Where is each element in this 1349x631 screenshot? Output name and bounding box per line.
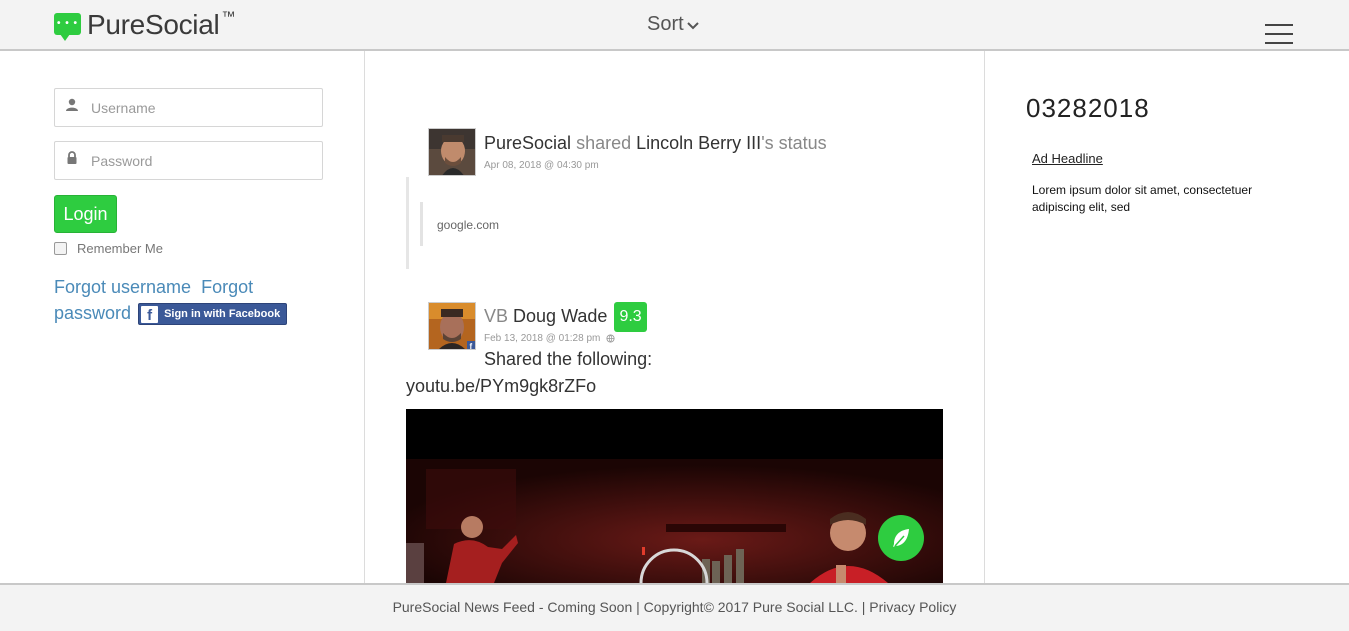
privacy-policy-link[interactable]: Privacy Policy — [869, 599, 956, 615]
forgot-password-text-1: Forgot — [201, 277, 254, 297]
quote-bar-outer — [406, 177, 409, 269]
username-field[interactable] — [54, 88, 323, 127]
sort-label: Sort — [647, 13, 684, 35]
remember-me[interactable]: Remember Me — [54, 241, 163, 256]
video-frame-image — [406, 409, 943, 583]
left-column-divider — [364, 51, 365, 583]
brand-logo[interactable]: • • • PureSocial ™ — [54, 9, 235, 41]
post-date: Feb 13, 2018 @ 01:28 pm — [484, 333, 615, 344]
username-input[interactable] — [91, 89, 316, 126]
post-author[interactable]: Doug Wade — [513, 306, 607, 326]
post-date: Apr 08, 2018 @ 04:30 pm — [484, 160, 599, 171]
globe-icon — [606, 334, 615, 343]
feather-action-button[interactable] — [878, 515, 924, 561]
facebook-icon: f — [141, 305, 159, 323]
remember-me-checkbox[interactable] — [54, 242, 67, 255]
video-embed[interactable] — [406, 409, 943, 583]
lock-icon — [67, 151, 77, 164]
user-icon — [66, 98, 78, 111]
top-bar: • • • PureSocial ™ Sort — [0, 0, 1349, 51]
avatar[interactable] — [428, 128, 476, 176]
ad-body-text: Lorem ipsum dolor sit amet, consectetuer… — [1032, 183, 1253, 214]
footer: PureSocial News Feed - Coming Soon | Cop… — [0, 583, 1349, 631]
password-input[interactable] — [91, 142, 316, 179]
post-header: VB Doug Wade 9.3 — [484, 302, 647, 332]
forgot-links: Forgot username Forgot password f Sign i… — [54, 274, 314, 326]
password-field[interactable] — [54, 141, 323, 180]
forgot-username-link[interactable]: Forgot username — [54, 277, 191, 297]
menu-icon[interactable] — [1265, 24, 1293, 46]
quote-bar-inner — [420, 202, 423, 246]
score-badge: 9.3 — [614, 302, 647, 332]
facebook-signin-label: Sign in with Facebook — [164, 308, 281, 321]
shared-link[interactable]: youtu.be/PYm9gk8rZFo — [406, 376, 596, 397]
svg-text:f: f — [470, 342, 473, 350]
chevron-down-icon — [686, 21, 699, 29]
feather-icon — [893, 529, 909, 547]
footer-text: PureSocial News Feed - Coming Soon | Cop… — [392, 599, 870, 615]
avatar-photo-icon: f — [429, 303, 475, 350]
forgot-password-text-2: password — [54, 303, 132, 323]
avatar[interactable]: f — [428, 302, 476, 350]
login-button[interactable]: Login — [54, 195, 117, 233]
right-column-divider — [984, 51, 985, 583]
chat-bubble-icon: • • • — [54, 13, 81, 41]
date-number: 03282018 — [1026, 93, 1150, 123]
post-date-text: Feb 13, 2018 @ 01:28 pm — [484, 333, 601, 344]
post-suffix: 's status — [761, 133, 827, 153]
shared-caption: Shared the following: — [484, 349, 653, 369]
post-verb: shared — [576, 133, 632, 153]
post-header: PureSocial shared Lincoln Berry III's st… — [484, 133, 827, 154]
post-target[interactable]: Lincoln Berry III — [636, 133, 761, 153]
sort-dropdown[interactable]: Sort — [647, 13, 699, 36]
quoted-link[interactable]: google.com — [437, 218, 499, 232]
facebook-signin-button[interactable]: f Sign in with Facebook — [138, 303, 288, 326]
post-prefix: VB — [484, 305, 509, 326]
avatar-photo-icon — [429, 129, 475, 175]
brand-name: PureSocial — [87, 9, 220, 40]
ad-headline[interactable]: Ad Headline — [1032, 151, 1103, 166]
trademark-symbol: ™ — [221, 8, 236, 24]
remember-me-label: Remember Me — [77, 241, 163, 256]
post-date-text: Apr 08, 2018 @ 04:30 pm — [484, 160, 599, 171]
post-author[interactable]: PureSocial — [484, 133, 571, 153]
